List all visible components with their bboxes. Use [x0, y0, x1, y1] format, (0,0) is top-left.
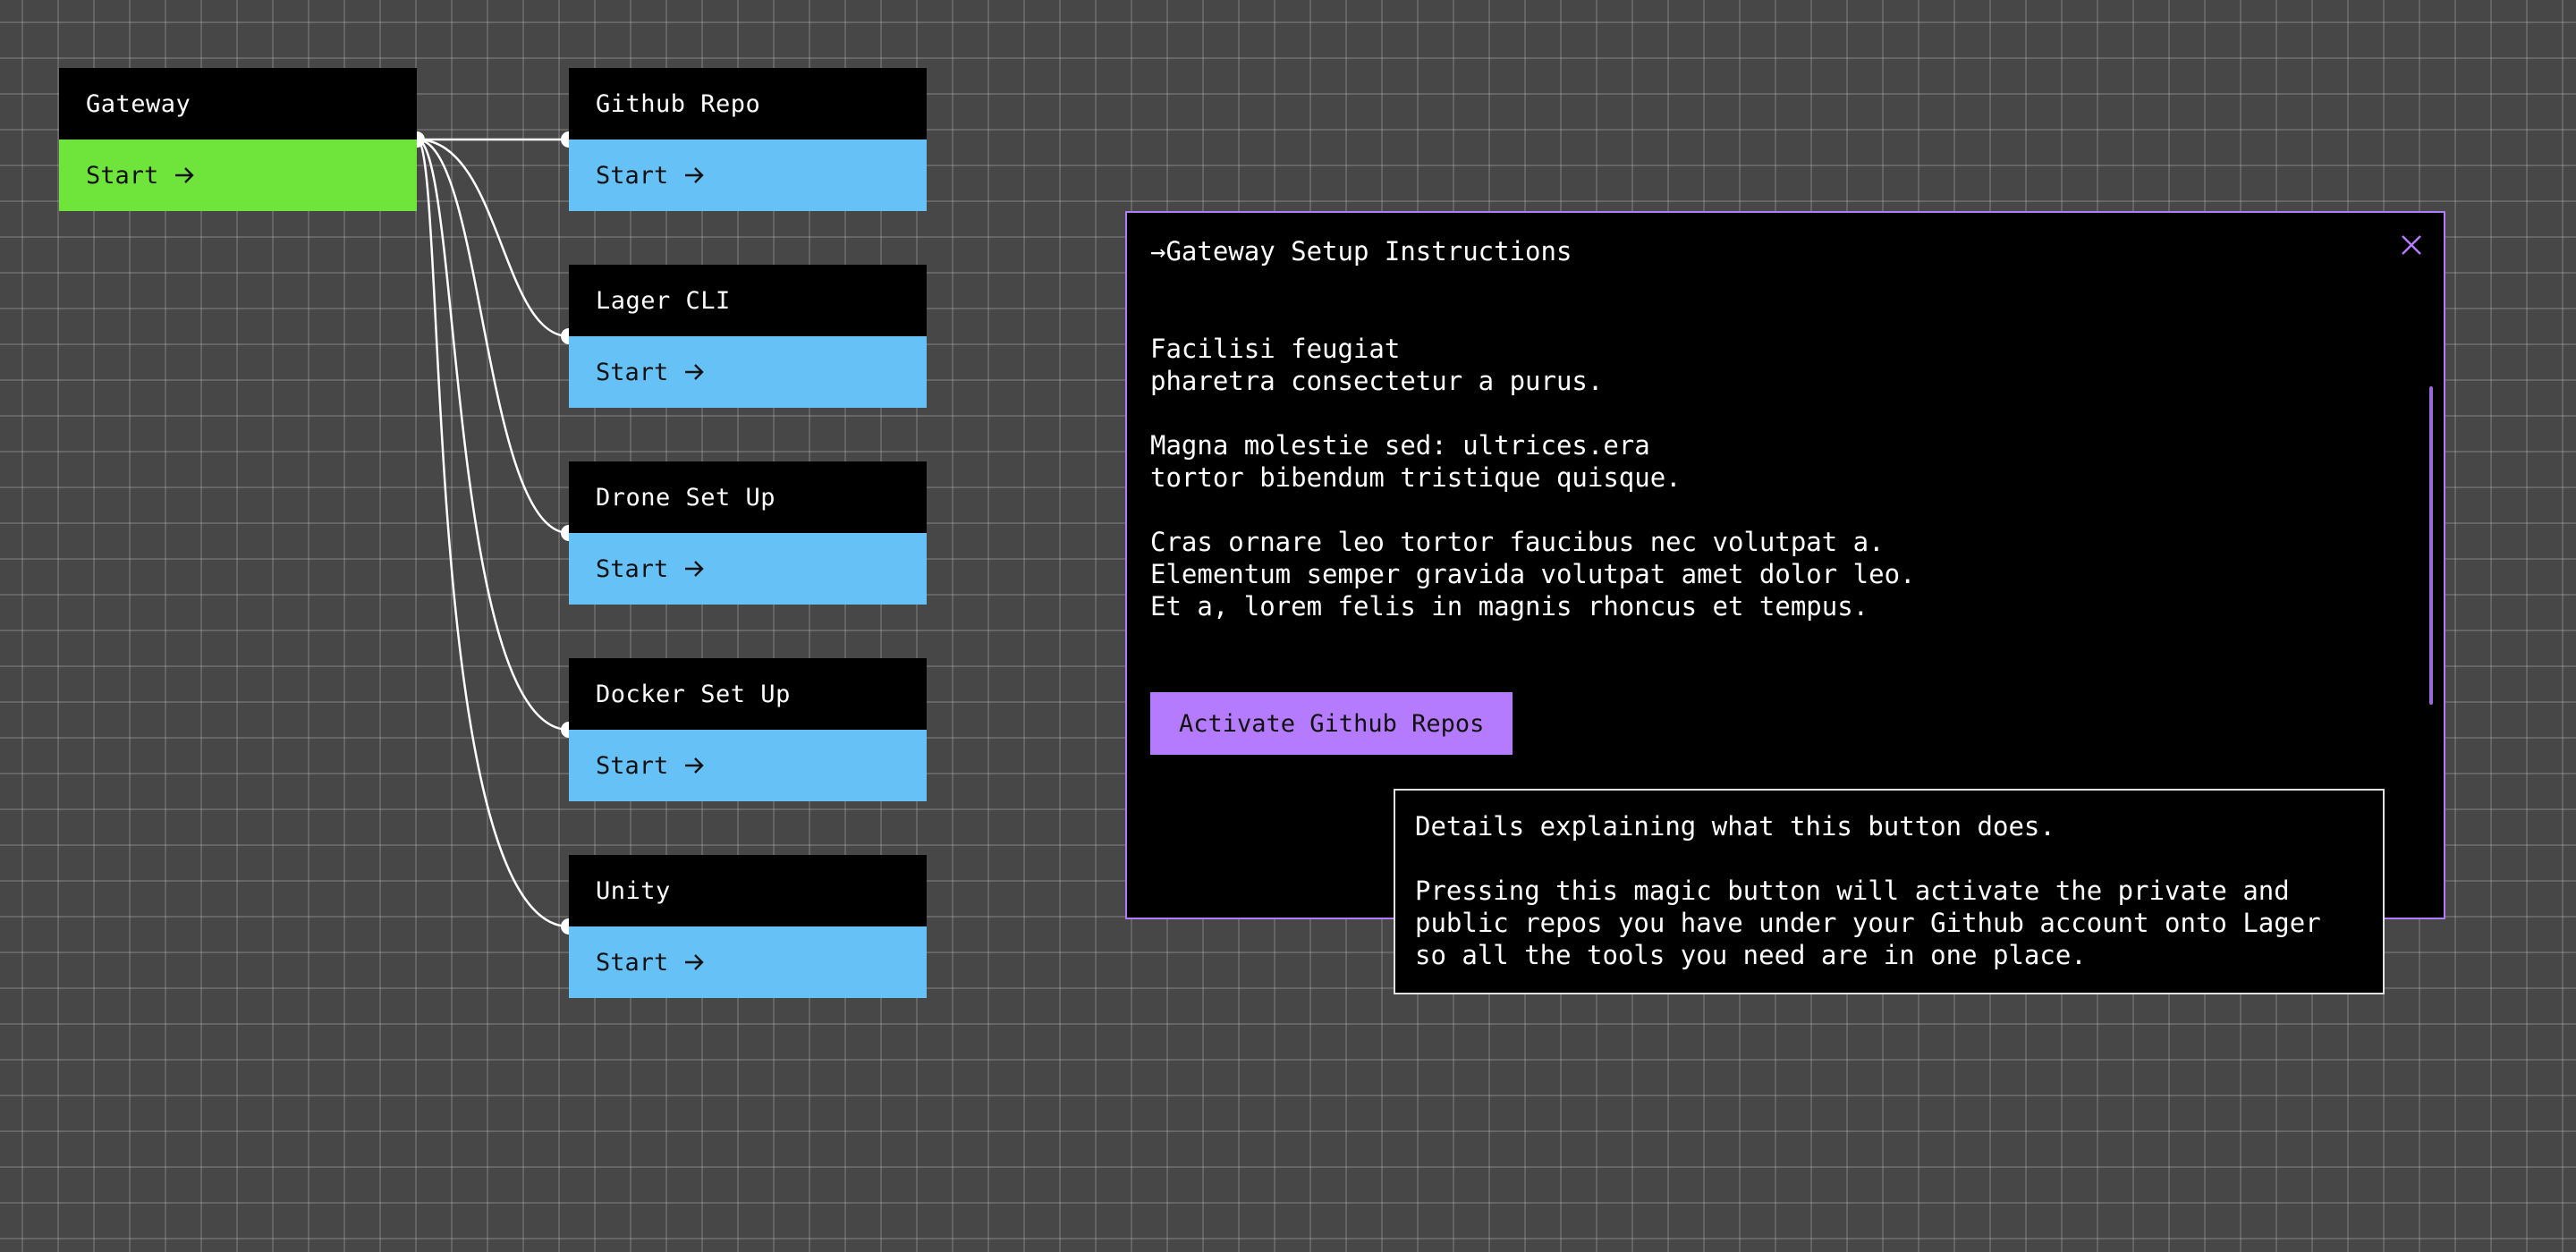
instruction-line: Et a, lorem felis in magnis rhoncus et t… [1150, 591, 1869, 622]
tooltip-heading: Details explaining what this button does… [1415, 811, 2055, 842]
node-title: Gateway [59, 68, 417, 140]
instruction-paragraph: Cras ornare leo tortor faucibus nec volu… [1150, 526, 2313, 622]
start-label: Start [596, 554, 669, 583]
tooltip-line: so all the tools you need are in one pla… [1415, 940, 2087, 970]
node-drone-set-up[interactable]: Drone Set Up Start [569, 461, 927, 605]
drone-set-up-start-button[interactable]: Start [569, 533, 927, 605]
arrow-right-icon [173, 164, 196, 187]
start-label: Start [86, 161, 159, 190]
node-title: Lager CLI [569, 265, 927, 336]
tooltip-line: public repos you have under your Github … [1415, 908, 2321, 938]
docker-set-up-start-button[interactable]: Start [569, 730, 927, 801]
panel-title: →Gateway Setup Instructions [1150, 236, 1572, 266]
start-label: Start [596, 948, 669, 977]
instruction-paragraph: Facilisi feugiat pharetra consectetur a … [1150, 333, 2313, 397]
instruction-line: pharetra consectetur a purus. [1150, 366, 1604, 396]
start-label: Start [596, 751, 669, 780]
node-lager-cli[interactable]: Lager CLI Start [569, 265, 927, 408]
node-title-text: Gateway [86, 89, 191, 118]
node-title-text: Lager CLI [596, 286, 731, 315]
panel-scrollbar[interactable] [2429, 386, 2433, 705]
instruction-line: Cras ornare leo tortor faucibus nec volu… [1150, 527, 1885, 557]
node-title-text: Drone Set Up [596, 483, 776, 512]
arrow-right-icon [682, 951, 706, 974]
github-repo-start-button[interactable]: Start [569, 140, 927, 211]
activate-github-repos-button[interactable]: Activate Github Repos [1150, 692, 1513, 755]
connection-gateway-docker-set-up [416, 138, 570, 732]
start-label: Start [596, 358, 669, 386]
arrow-right-icon [682, 164, 706, 187]
unity-start-button[interactable]: Start [569, 926, 927, 998]
node-unity[interactable]: Unity Start [569, 855, 927, 998]
connection-gateway-drone-set-up [416, 138, 570, 535]
instruction-line: tortor bibendum tristique quisque. [1150, 462, 1682, 493]
node-title: Unity [569, 855, 927, 926]
node-docker-set-up[interactable]: Docker Set Up Start [569, 658, 927, 801]
gateway-start-button[interactable]: Start [59, 140, 417, 211]
panel-body: Facilisi feugiat pharetra consectetur a … [1150, 333, 2313, 655]
node-title: Drone Set Up [569, 461, 927, 533]
instruction-line: Magna molestie sed: ultrices.era [1150, 430, 1650, 461]
tooltip-line: Pressing this magic button will activate… [1415, 876, 2290, 906]
node-title-text: Unity [596, 876, 671, 905]
instruction-paragraph: Magna molestie sed: ultrices.era tortor … [1150, 429, 2313, 494]
arrow-right-icon [682, 360, 706, 384]
node-title-text: Docker Set Up [596, 680, 791, 708]
node-github-repo[interactable]: Github Repo Start [569, 68, 927, 211]
instruction-line: Facilisi feugiat [1150, 334, 1401, 364]
node-title-text: Github Repo [596, 89, 761, 118]
arrow-right-icon [682, 754, 706, 777]
arrow-right-icon [682, 557, 706, 580]
start-label: Start [596, 161, 669, 190]
button-details-tooltip: Details explaining what this button does… [1394, 789, 2385, 994]
connection-gateway-unity [415, 138, 570, 928]
instruction-line: Elementum semper gravida volutpat amet d… [1150, 559, 1916, 589]
connection-gateway-lager-cli [416, 138, 570, 338]
node-title: Github Repo [569, 68, 927, 140]
node-title: Docker Set Up [569, 658, 927, 730]
node-gateway[interactable]: Gateway Start [59, 68, 417, 211]
close-icon[interactable] [2399, 233, 2424, 258]
lager-cli-start-button[interactable]: Start [569, 336, 927, 408]
